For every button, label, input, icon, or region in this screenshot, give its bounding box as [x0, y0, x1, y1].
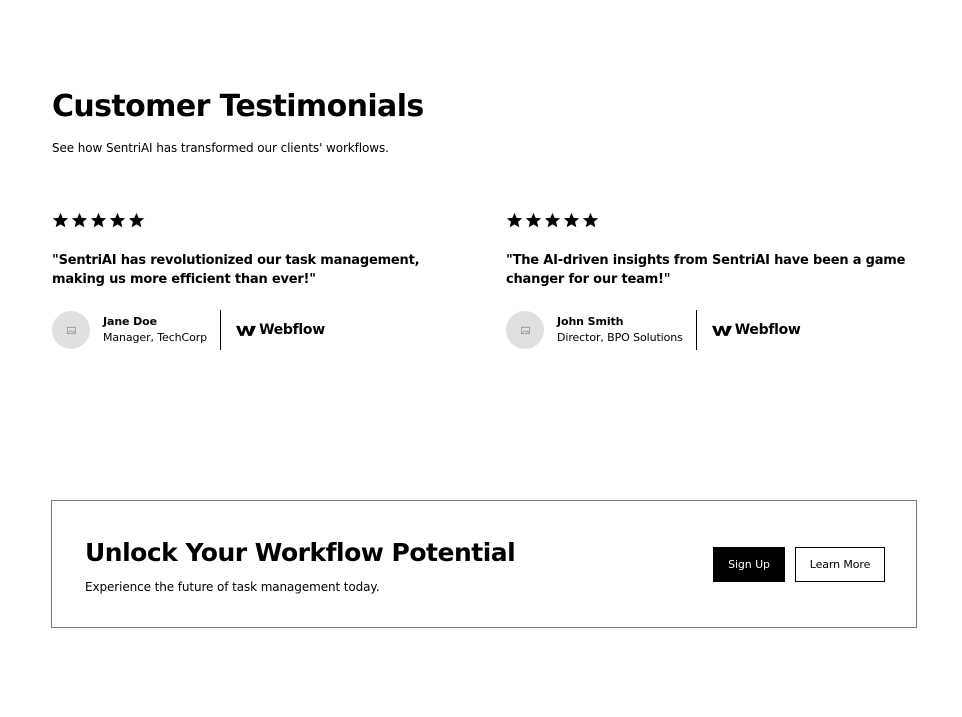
- author-role: Manager, TechCorp: [103, 331, 208, 344]
- star-icon: [90, 212, 107, 228]
- star-rating: [506, 212, 921, 232]
- webflow-logo-icon: [236, 325, 257, 336]
- section-subtitle: See how SentriAI has transformed our cli…: [52, 141, 389, 155]
- testimonial-author: Jane Doe Manager, TechCorp Webflow: [52, 310, 472, 350]
- webflow-logo-icon: [711, 325, 732, 336]
- cta-title: Unlock Your Workflow Potential: [85, 538, 516, 567]
- image-placeholder-icon: [520, 326, 530, 334]
- author-info: Jane Doe Manager, TechCorp: [103, 314, 207, 346]
- testimonial-author: John Smith Director, BPO Solutions Webfl…: [506, 310, 921, 350]
- star-icon: [506, 212, 523, 228]
- star-icon: [128, 212, 145, 228]
- avatar: [52, 311, 90, 349]
- star-icon: [563, 212, 580, 228]
- author-name: Jane Doe: [103, 315, 157, 328]
- avatar: [506, 311, 544, 349]
- divider: [695, 310, 697, 350]
- author-name: John Smith: [557, 315, 624, 328]
- company-logo-text: Webflow: [259, 322, 325, 338]
- author-info: John Smith Director, BPO Solutions: [557, 314, 683, 346]
- star-icon: [582, 212, 599, 228]
- star-icon: [71, 212, 88, 228]
- star-rating: [52, 212, 472, 232]
- star-icon: [544, 212, 561, 228]
- testimonial-card: "SentriAI has revolutionized our task ma…: [52, 212, 472, 350]
- testimonial-quote: "The AI-driven insights from SentriAI ha…: [506, 253, 906, 287]
- divider: [220, 310, 222, 350]
- author-role: Director, BPO Solutions: [557, 331, 683, 344]
- testimonials-section: Customer Testimonials See how SentriAI h…: [52, 88, 918, 350]
- star-icon: [525, 212, 542, 228]
- star-icon: [52, 212, 69, 228]
- image-placeholder-icon: [66, 326, 76, 334]
- sign-up-button[interactable]: Sign Up: [713, 547, 785, 582]
- star-icon: [109, 212, 126, 228]
- company-logo: Webflow: [236, 322, 325, 338]
- cta-banner: Unlock Your Workflow Potential Experienc…: [51, 500, 917, 628]
- learn-more-button[interactable]: Learn More: [795, 547, 885, 582]
- company-logo: Webflow: [711, 322, 801, 338]
- page: Customer Testimonials See how SentriAI h…: [0, 0, 962, 717]
- company-logo-text: Webflow: [734, 322, 801, 338]
- section-title: Customer Testimonials: [52, 89, 424, 124]
- testimonial-quote: "SentriAI has revolutionized our task ma…: [52, 253, 420, 287]
- cta-subtitle: Experience the future of task management…: [85, 580, 380, 594]
- testimonial-card: "The AI-driven insights from SentriAI ha…: [506, 212, 921, 350]
